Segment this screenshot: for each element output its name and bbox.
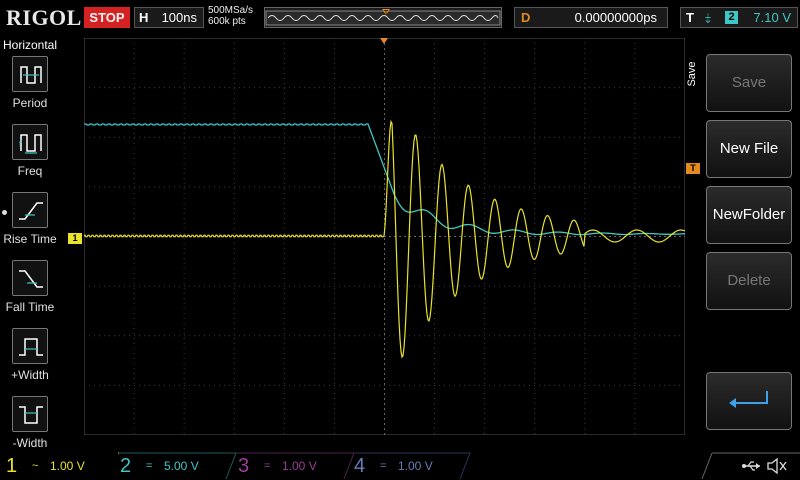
measure-fall-time[interactable]: Fall Time (0, 260, 60, 326)
channel-1-number: 1 (6, 455, 18, 477)
memory-overview[interactable]: T (264, 7, 502, 28)
new-folder-button[interactable]: NewFolder (706, 186, 792, 244)
trigger-indicator[interactable]: T ⤈ 2 7.10 V (680, 7, 798, 28)
channel-2-number: 2 (120, 455, 132, 477)
fall-time-icon (12, 260, 48, 296)
usb-icon (742, 461, 760, 471)
trigger-label: T (686, 10, 694, 25)
delete-button[interactable]: Delete (706, 252, 792, 310)
status-bar: RIGOL STOP H 100ns 500MSa/s 600k pts T D… (0, 0, 800, 36)
channel-3-number: 3 (238, 455, 250, 477)
save-menu-tab: Save (686, 52, 700, 102)
acquisition-info: 500MSa/s 600k pts (208, 5, 253, 27)
measure-rise-time-label: Rise Time (3, 232, 57, 246)
channel-1-ground-marker[interactable]: 1 (68, 233, 82, 244)
trigger-level-marker[interactable]: T (686, 163, 700, 174)
channel-4-scale: 1.00 V (398, 459, 433, 473)
trigger-level: 7.10 V (753, 10, 791, 25)
timebase-indicator[interactable]: H 100ns (134, 7, 204, 28)
channel-3-status[interactable]: 3 = 1.00 V (232, 452, 350, 480)
timebase-value: 100ns (161, 10, 197, 25)
measure-period[interactable]: Period (0, 56, 60, 122)
delay-label: D (521, 10, 531, 25)
channel-2-coupling: = (146, 460, 153, 472)
save-button[interactable]: Save (706, 54, 792, 112)
measure-positive-width-label: +Width (11, 368, 49, 382)
new-file-button[interactable]: New File (706, 120, 792, 178)
measure-negative-width-label: -Width (12, 436, 48, 450)
measure-frequency-label: Freq (17, 164, 43, 178)
save-menu-tab-label: Save (686, 61, 698, 87)
channel-1-marker-label: 1 (72, 233, 78, 243)
trigger-position-letter: T (384, 10, 389, 17)
channel-1-status[interactable]: 1 ~ 1.00 V (0, 452, 118, 480)
horizontal-measure-menu: Horizontal Period f Freq Rise Time Fall … (0, 38, 60, 450)
channel-3-scale: 1.00 V (282, 459, 317, 473)
positive-width-icon (12, 328, 48, 364)
channel-3-coupling: = (264, 460, 271, 472)
waveform-display[interactable] (84, 38, 685, 435)
channel-4-coupling: = (380, 460, 387, 472)
selection-dot (2, 210, 7, 215)
memory-waveform-overview: T (265, 9, 501, 26)
run-stop-status[interactable]: STOP (84, 7, 130, 28)
negative-width-icon (12, 396, 48, 432)
enter-button[interactable] (706, 372, 792, 430)
channel-bar: 1 ~ 1.00 V 2 = 5.00 V 3 = 1.00 V 4 = 1.0… (0, 452, 800, 480)
period-icon (12, 56, 48, 92)
rise-time-icon (12, 192, 48, 228)
speaker-mute-icon[interactable] (766, 458, 788, 474)
frequency-icon: f (12, 124, 48, 160)
falling-edge-icon: ⤈ (705, 10, 711, 25)
channel-1-scale: 1.00 V (50, 459, 85, 473)
channel-2-status[interactable]: 2 = 5.00 V (114, 452, 232, 480)
channel-4-number: 4 (354, 455, 366, 477)
channel-2-scale: 5.00 V (164, 459, 199, 473)
measure-positive-width[interactable]: +Width (0, 328, 60, 394)
channel-4-status[interactable]: 4 = 1.00 V (348, 452, 466, 480)
measure-fall-time-label: Fall Time (5, 300, 55, 314)
trigger-source: 2 (725, 11, 738, 24)
memory-depth: 600k pts (208, 16, 246, 27)
trigger-level-marker-label: T (690, 163, 696, 173)
delay-indicator[interactable]: D 0.00000000ps (514, 7, 668, 28)
delay-value: 0.00000000ps (574, 10, 657, 25)
brand-logo: RIGOL (6, 5, 82, 30)
measure-frequency[interactable]: f Freq (0, 124, 60, 190)
channel-1-coupling: ~ (32, 460, 39, 472)
save-softkey-menu: Save Save New File NewFolder Delete (686, 38, 800, 433)
measure-rise-time[interactable]: Rise Time (0, 192, 60, 258)
measure-period-label: Period (12, 96, 48, 110)
sample-rate: 500MSa/s (208, 5, 254, 16)
timebase-label: H (139, 10, 149, 25)
menu-title: Horizontal (2, 38, 58, 52)
enter-icon (729, 391, 768, 408)
